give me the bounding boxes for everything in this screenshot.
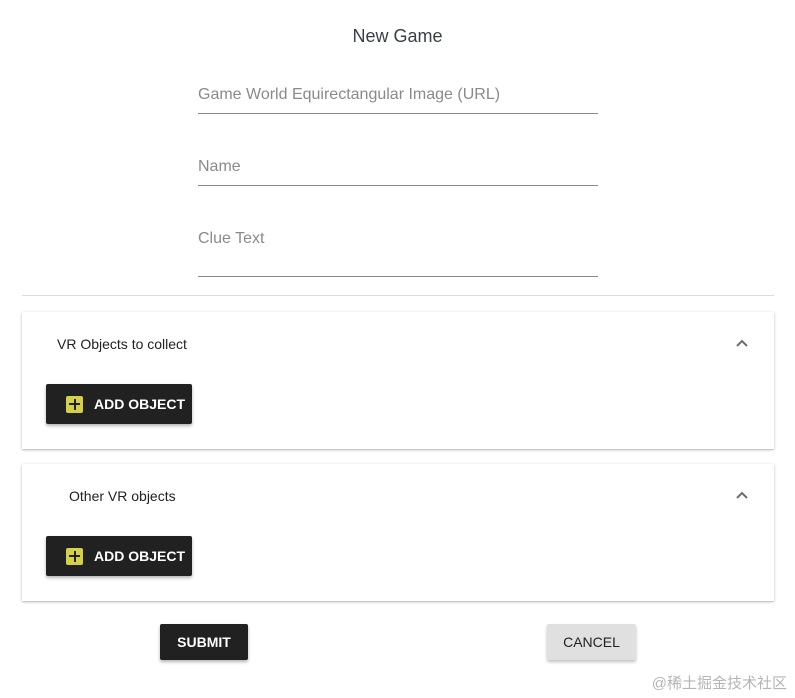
page-title: New Game (352, 26, 443, 46)
panel-title: Other VR objects (69, 488, 176, 504)
new-game-page: New Game VR Objects to collect ADD OBJEC… (0, 0, 795, 698)
plus-icon (66, 395, 83, 413)
cancel-button[interactable]: CANCEL (547, 624, 636, 660)
chevron-up-icon[interactable] (736, 491, 748, 499)
add-object-label: ADD OBJECT (94, 548, 186, 564)
clue-text-field (198, 230, 598, 277)
panel-title: VR Objects to collect (57, 336, 187, 352)
name-input[interactable] (198, 158, 598, 176)
other-vr-objects-panel: Other VR objects ADD OBJECT (22, 464, 774, 601)
image-url-input[interactable] (198, 86, 598, 104)
add-other-object-button[interactable]: ADD OBJECT (46, 536, 192, 576)
add-collect-object-button[interactable]: ADD OBJECT (46, 384, 192, 424)
watermark: @稀土掘金技术社区 (651, 675, 787, 692)
add-object-label: ADD OBJECT (94, 396, 186, 412)
plus-icon (66, 547, 83, 565)
section-divider (22, 295, 774, 296)
chevron-up-icon[interactable] (736, 339, 748, 347)
image-url-field (198, 86, 598, 114)
name-field (198, 158, 598, 186)
submit-button[interactable]: SUBMIT (160, 624, 248, 660)
clue-text-input[interactable] (198, 230, 598, 266)
vr-objects-to-collect-panel: VR Objects to collect ADD OBJECT (22, 312, 774, 449)
